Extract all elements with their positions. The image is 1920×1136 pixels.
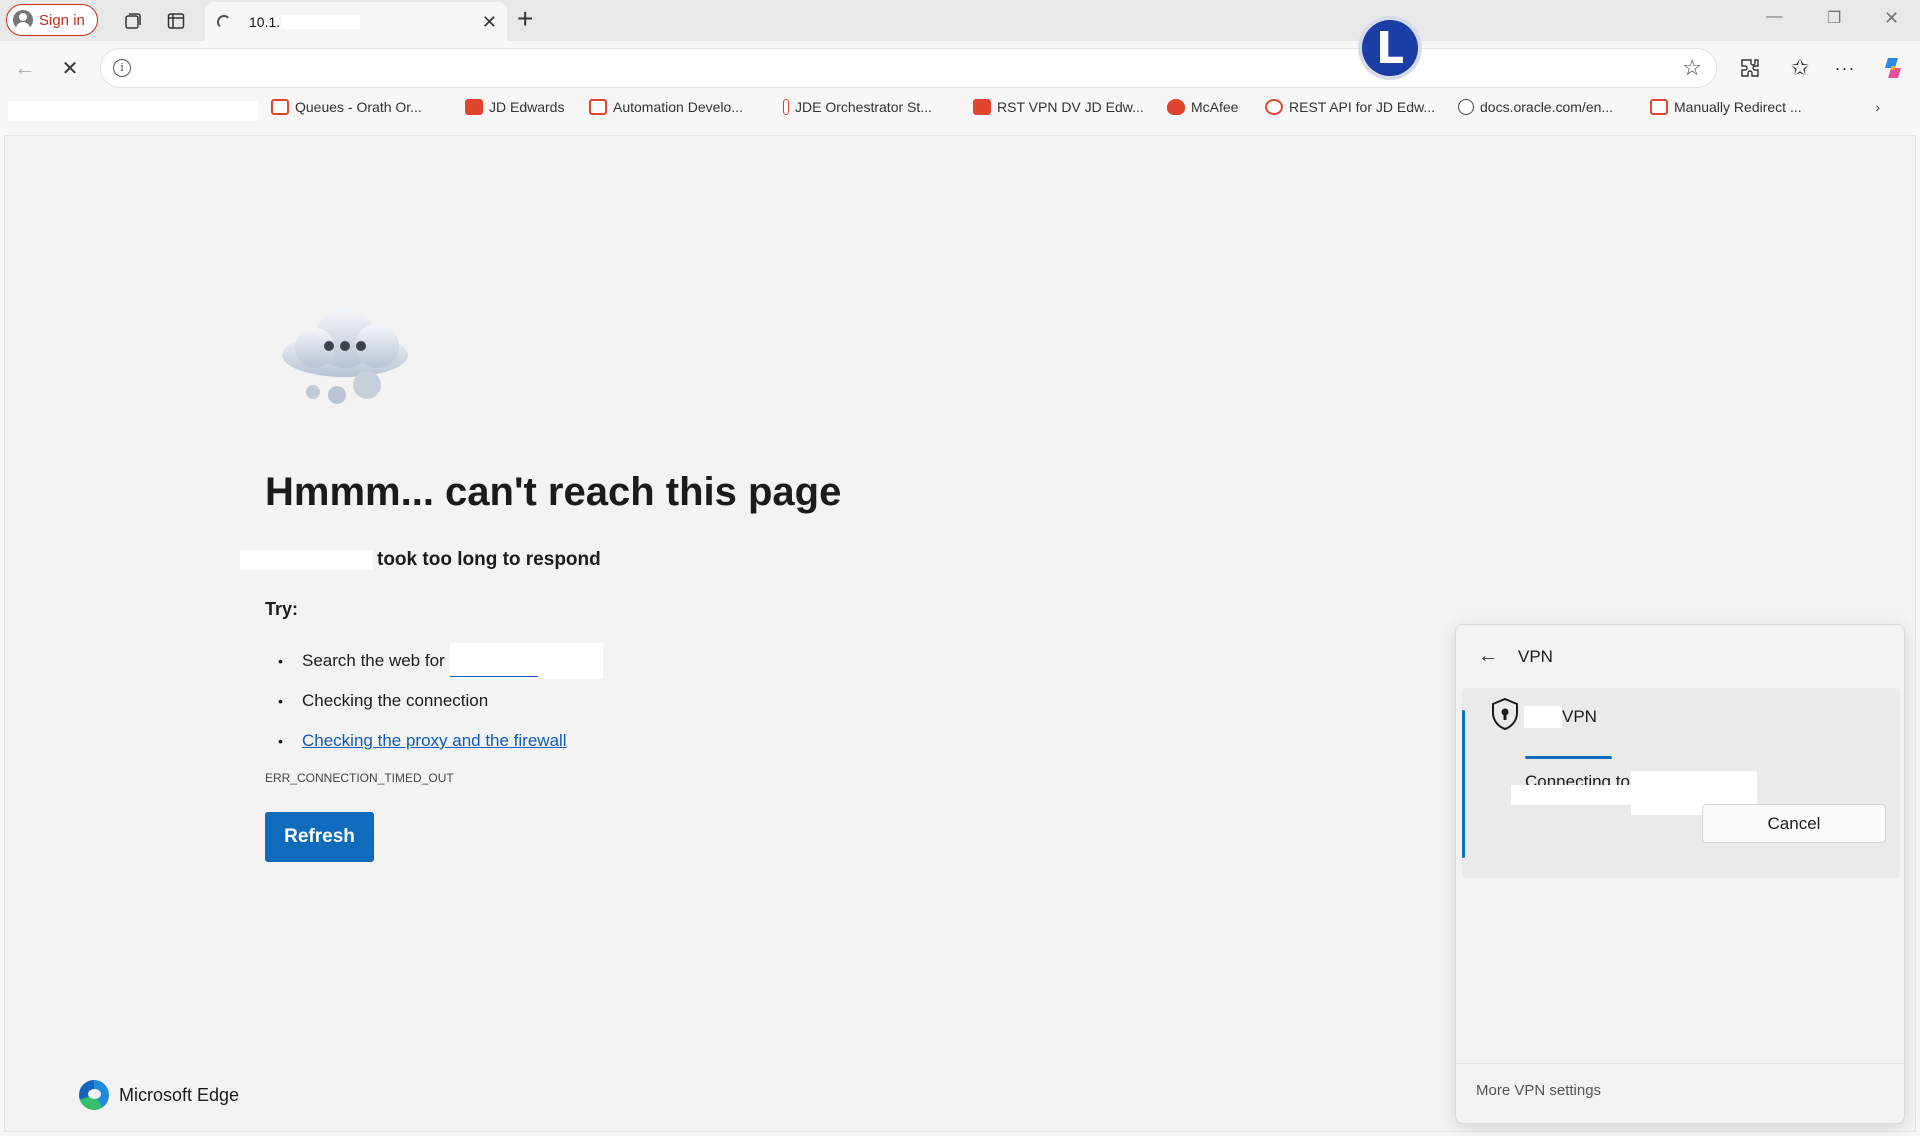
site-info-icon[interactable]: i bbox=[113, 59, 131, 77]
favorites-bar: Queues - Orath Or... JD Edwards Automati… bbox=[0, 95, 1920, 131]
favorite-item[interactable]: Queues - Orath Or... bbox=[271, 99, 422, 121]
tab-active[interactable]: 10.1. ✕ bbox=[205, 2, 507, 41]
vpn-header: ← VPN bbox=[1478, 645, 1553, 668]
more-icon[interactable]: ··· bbox=[1830, 53, 1860, 83]
favorites-icon[interactable]: ✩ bbox=[1785, 53, 1815, 83]
chevron-right-icon[interactable]: › bbox=[1875, 99, 1880, 115]
favorite-item[interactable]: JDE Orchestrator St... bbox=[783, 99, 932, 121]
loading-spinner-icon bbox=[217, 14, 231, 29]
selection-accent bbox=[1462, 710, 1465, 858]
queue-icon bbox=[271, 99, 289, 115]
vertical-tabs-icon[interactable] bbox=[161, 6, 191, 36]
proxy-firewall-link[interactable]: Checking the proxy and the firewall bbox=[302, 731, 567, 751]
search-web-link[interactable] bbox=[449, 643, 603, 679]
favorite-item[interactable]: RST VPN DV JD Edw... bbox=[973, 99, 1144, 121]
add-favorite-icon[interactable]: ☆ bbox=[1682, 55, 1702, 81]
shield-icon bbox=[1492, 697, 1518, 731]
cancel-button[interactable]: Cancel bbox=[1702, 804, 1886, 843]
favorite-item[interactable]: JD Edwards bbox=[465, 99, 564, 121]
page-title: Hmmm... can't reach this page bbox=[265, 470, 842, 514]
list-item: Checking the connection bbox=[278, 681, 603, 721]
toolbar: ← ✕ i ☆ ✩ ··· bbox=[0, 41, 1920, 95]
host-redaction bbox=[240, 550, 373, 570]
edge-logo-icon bbox=[79, 1080, 109, 1110]
vpn-bookmark-icon bbox=[973, 99, 991, 115]
vpn-footer: More VPN settings bbox=[1456, 1063, 1904, 1123]
connecting-progress bbox=[1525, 756, 1612, 759]
profile-avatar[interactable]: L bbox=[1358, 16, 1422, 80]
vpn-connection-name: VPN bbox=[1524, 706, 1597, 728]
tab-title-redaction bbox=[282, 14, 361, 29]
more-vpn-settings-link[interactable]: More VPN settings bbox=[1476, 1082, 1601, 1099]
extensions-icon[interactable] bbox=[1735, 53, 1765, 83]
back-arrow-icon[interactable]: ← bbox=[1478, 645, 1498, 668]
thinking-cloud-icon bbox=[282, 308, 408, 404]
favorite-item[interactable]: Automation Develo... bbox=[589, 99, 743, 121]
list-item: Search the web for bbox=[278, 641, 603, 681]
close-icon[interactable]: ✕ bbox=[1884, 8, 1899, 29]
orchestrator-icon bbox=[783, 99, 789, 115]
favorite-item[interactable]: Manually Redirect ... bbox=[1650, 99, 1802, 121]
vpn-title: VPN bbox=[1518, 646, 1553, 666]
tab-title: 10.1. bbox=[249, 13, 281, 30]
restore-icon[interactable]: ❐ bbox=[1827, 8, 1841, 28]
redirect-icon bbox=[1650, 99, 1668, 115]
favorite-item[interactable]: docs.oracle.com/en... bbox=[1458, 99, 1613, 121]
profile-letter: L bbox=[1362, 20, 1418, 76]
brand-name: Microsoft Edge bbox=[119, 1084, 240, 1105]
address-bar[interactable]: i ☆ bbox=[100, 48, 1717, 88]
favorite-item[interactable]: McAfee bbox=[1167, 99, 1238, 121]
new-tab-button[interactable]: + bbox=[517, 4, 533, 34]
mcafee-icon bbox=[1167, 99, 1185, 115]
edge-branding: Microsoft Edge bbox=[79, 1080, 239, 1110]
globe-icon bbox=[1458, 99, 1474, 115]
person-icon bbox=[13, 10, 33, 30]
back-icon[interactable]: ← bbox=[10, 53, 40, 83]
sign-in-button[interactable]: Sign in bbox=[6, 4, 98, 36]
automation-icon bbox=[589, 99, 607, 115]
vpn-server-redaction-2 bbox=[1511, 785, 1641, 805]
favorite-item[interactable]: REST API for JD Edw... bbox=[1265, 99, 1435, 121]
minimize-icon[interactable]: — bbox=[1766, 8, 1782, 26]
sign-in-label: Sign in bbox=[39, 11, 85, 29]
copilot-icon[interactable] bbox=[1878, 53, 1908, 83]
list-item: Checking the proxy and the firewall bbox=[278, 721, 603, 761]
collections-icon[interactable] bbox=[118, 6, 148, 36]
vpn-connection-item[interactable]: VPN Connecting to Cancel bbox=[1462, 688, 1900, 878]
jde-icon bbox=[465, 99, 483, 115]
api-icon bbox=[1265, 99, 1283, 115]
try-label: Try: bbox=[265, 599, 299, 619]
favorites-redaction bbox=[8, 101, 258, 121]
refresh-button[interactable]: Refresh bbox=[265, 812, 374, 862]
error-subline: took too long to respond bbox=[240, 549, 601, 570]
vpn-flyout: ← VPN VPN Connecting to Cancel More VPN … bbox=[1455, 624, 1905, 1124]
suggestion-list: Search the web for Checking the connecti… bbox=[278, 641, 603, 761]
tab-close-icon[interactable]: ✕ bbox=[482, 13, 497, 31]
tab-strip: Sign in 10.1. ✕ + — ❐ ✕ bbox=[0, 0, 1920, 41]
stop-loading-icon[interactable]: ✕ bbox=[55, 53, 85, 83]
error-code: ERR_CONNECTION_TIMED_OUT bbox=[265, 771, 454, 785]
vpn-name-redaction bbox=[1524, 706, 1562, 728]
